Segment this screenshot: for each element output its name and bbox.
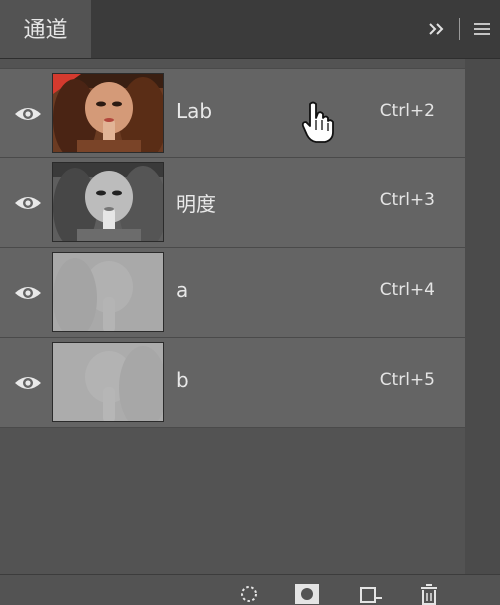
load-selection-icon[interactable] [238, 583, 260, 605]
hamburger-menu-icon[interactable] [470, 17, 494, 41]
channel-thumbnail [52, 73, 164, 153]
channel-row-lightness[interactable]: 明度 Ctrl+3 [0, 158, 465, 248]
channel-shortcut: Ctrl+2 [379, 101, 435, 121]
channels-panel: 通道 Lab Ctrl+2 明度 Ctrl+3 a Ctrl+4 b Ctrl+… [0, 0, 500, 605]
double-chevron-right-icon[interactable] [425, 17, 449, 41]
channel-name: Lab [176, 99, 213, 123]
scrollbar-track[interactable] [465, 59, 500, 574]
channel-name: a [176, 278, 189, 302]
channel-name: 明度 [176, 192, 216, 216]
tab-bar-divider [459, 18, 460, 40]
channel-row-a[interactable]: a Ctrl+4 [0, 248, 465, 338]
panel-tab-bar: 通道 [0, 0, 500, 59]
delete-channel-icon[interactable] [416, 583, 444, 605]
eye-icon[interactable] [13, 190, 43, 216]
tab-channels-label: 通道 [23, 18, 68, 43]
channel-thumbnail [52, 252, 164, 332]
eye-icon[interactable] [13, 101, 43, 127]
eye-icon[interactable] [13, 280, 43, 306]
channel-shortcut: Ctrl+3 [379, 190, 435, 210]
channel-thumbnail [52, 342, 164, 422]
new-channel-icon[interactable] [358, 583, 384, 605]
channel-row-b[interactable]: b Ctrl+5 [0, 338, 465, 428]
save-selection-icon[interactable] [294, 583, 320, 605]
channel-list: Lab Ctrl+2 明度 Ctrl+3 a Ctrl+4 b Ctrl+5 [0, 68, 465, 428]
channel-row-lab[interactable]: Lab Ctrl+2 [0, 68, 465, 158]
panel-footer [0, 574, 500, 605]
tab-channels[interactable]: 通道 [0, 0, 92, 58]
channel-name: b [176, 368, 189, 392]
channel-shortcut: Ctrl+5 [379, 370, 435, 390]
channel-shortcut: Ctrl+4 [379, 280, 435, 300]
channel-thumbnail [52, 162, 164, 242]
eye-icon[interactable] [13, 370, 43, 396]
hand-pointer-cursor-icon [301, 101, 334, 143]
